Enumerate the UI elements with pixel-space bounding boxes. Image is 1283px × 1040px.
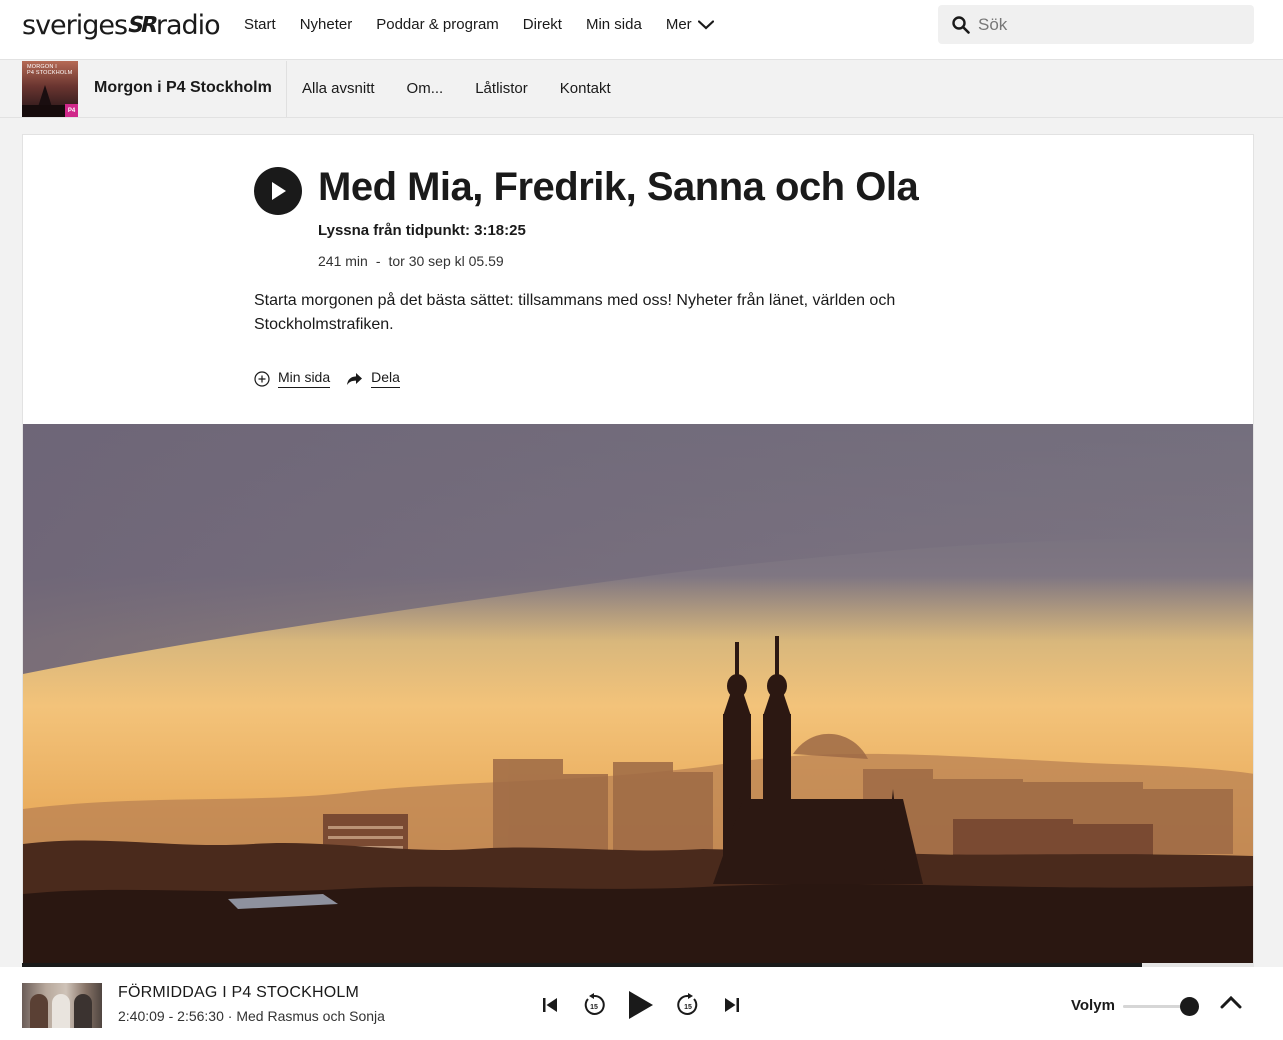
- tab-kontakt[interactable]: Kontakt: [560, 80, 611, 97]
- skip-next-button[interactable]: [722, 987, 742, 1023]
- rewind-15-icon: 15: [584, 993, 605, 1015]
- volume-label: Volym: [1071, 997, 1115, 1014]
- player-subtitle: 2:40:09 - 2:56:30 · Med Rasmus och Sonja: [118, 1008, 385, 1024]
- thumbnail-person: [30, 994, 48, 1028]
- audio-player: FÖRMIDDAG I P4 STOCKHOLM 2:40:09 - 2:56:…: [0, 967, 1283, 1040]
- nav-item-more[interactable]: Mer: [666, 14, 714, 36]
- episode-hero-image: [23, 424, 1253, 965]
- episode-card: Med Mia, Fredrik, Sanna och Ola Lyssna f…: [22, 134, 1254, 966]
- chevron-up-icon: [1220, 995, 1242, 1009]
- thumbnail-person: [52, 994, 70, 1028]
- listen-from-timestamp: Lyssna från tidpunkt: 3:18:25: [318, 222, 526, 239]
- share-button[interactable]: Dela: [346, 369, 400, 388]
- thumbnail-person: [74, 994, 92, 1028]
- share-label: Dela: [371, 369, 400, 388]
- share-arrow-icon: [347, 372, 363, 385]
- program-header: MORGON I P4 STOCKHOLM P4 Morgon i P4 Stoc…: [0, 61, 1283, 118]
- chevron-down-icon: [697, 20, 714, 30]
- add-circle-icon: [254, 370, 270, 387]
- player-program-title[interactable]: FÖRMIDDAG I P4 STOCKHOLM: [118, 984, 359, 1002]
- forward-15-button[interactable]: 15: [676, 987, 700, 1023]
- player-controls: 15 15: [540, 987, 742, 1023]
- top-header: sveriges SR radio Start Nyheter Poddar & p…: [0, 0, 1283, 60]
- play-button[interactable]: [626, 987, 656, 1023]
- episode-title: Med Mia, Fredrik, Sanna och Ola: [318, 165, 919, 209]
- program-title[interactable]: Morgon i P4 Stockholm: [94, 79, 272, 97]
- player-thumbnail[interactable]: [22, 983, 102, 1028]
- volume-knob[interactable]: [1179, 997, 1199, 1016]
- program-thumbnail[interactable]: MORGON I P4 STOCKHOLM P4: [22, 61, 78, 117]
- add-to-my-page-button[interactable]: Min sida: [254, 369, 331, 388]
- nav-item-min-sida[interactable]: Min sida: [586, 14, 642, 36]
- rewind-15-button[interactable]: 15: [582, 987, 606, 1023]
- play-icon: [272, 182, 286, 200]
- tab-om[interactable]: Om...: [407, 80, 444, 97]
- player-time-range: 2:40:09 - 2:56:30: [118, 1008, 224, 1024]
- expand-player-button[interactable]: [1220, 995, 1242, 1014]
- player-dot: ·: [227, 1008, 233, 1024]
- nav-more-label: Mer: [665, 16, 692, 33]
- divider: [286, 61, 287, 117]
- tab-alla-avsnitt[interactable]: Alla avsnitt: [302, 80, 375, 97]
- main-nav: Start Nyheter Poddar & program Direkt Mi…: [244, 14, 738, 36]
- program-nav: Alla avsnitt Om... Låtlistor Kontakt: [302, 80, 643, 97]
- skip-previous-button[interactable]: [540, 987, 560, 1023]
- search-icon: [952, 15, 970, 34]
- add-to-my-page-label: Min sida: [278, 369, 331, 388]
- player-hosts: Med Rasmus och Sonja: [236, 1008, 385, 1024]
- skip-next-icon: [725, 998, 739, 1012]
- episode-meta: 241 min - tor 30 sep kl 05.59: [318, 253, 504, 269]
- sveriges-radio-logo[interactable]: sveriges SR radio: [22, 8, 221, 42]
- nav-item-start[interactable]: Start: [244, 14, 276, 36]
- thumbnail-church-silhouette: [38, 85, 52, 107]
- program-thumbnail-text: MORGON I P4 STOCKHOLM: [27, 64, 72, 76]
- episode-date: tor 30 sep kl 05.59: [388, 253, 504, 269]
- play-episode-button[interactable]: [254, 167, 302, 215]
- logo-text-sveriges: sveriges: [22, 9, 128, 41]
- forward-15-icon: 15: [677, 993, 698, 1015]
- episode-duration: 241 min: [318, 253, 368, 269]
- nav-item-direkt[interactable]: Direkt: [523, 14, 562, 36]
- forward-seconds: 15: [684, 1004, 692, 1011]
- skip-previous-icon: [543, 998, 557, 1012]
- logo-text-radio: radio: [155, 9, 221, 41]
- search-input[interactable]: [978, 14, 1238, 35]
- search-box[interactable]: [938, 5, 1254, 44]
- rewind-seconds: 15: [590, 1004, 598, 1011]
- volume-slider[interactable]: [1123, 997, 1199, 1016]
- p4-badge: P4: [65, 104, 78, 117]
- nav-item-nyheter[interactable]: Nyheter: [300, 14, 353, 36]
- nav-item-poddar[interactable]: Poddar & program: [376, 14, 499, 36]
- episode-description: Starta morgonen på det bästa sättet: til…: [254, 292, 896, 333]
- thumb-text-line2: P4 STOCKHOLM: [27, 70, 73, 76]
- logo-text-sr: SR: [125, 12, 158, 38]
- meta-separator: -: [375, 253, 381, 269]
- play-icon: [629, 991, 653, 1019]
- episode-actions: Min sida Dela: [254, 369, 400, 388]
- tab-latlistor[interactable]: Låtlistor: [475, 80, 528, 97]
